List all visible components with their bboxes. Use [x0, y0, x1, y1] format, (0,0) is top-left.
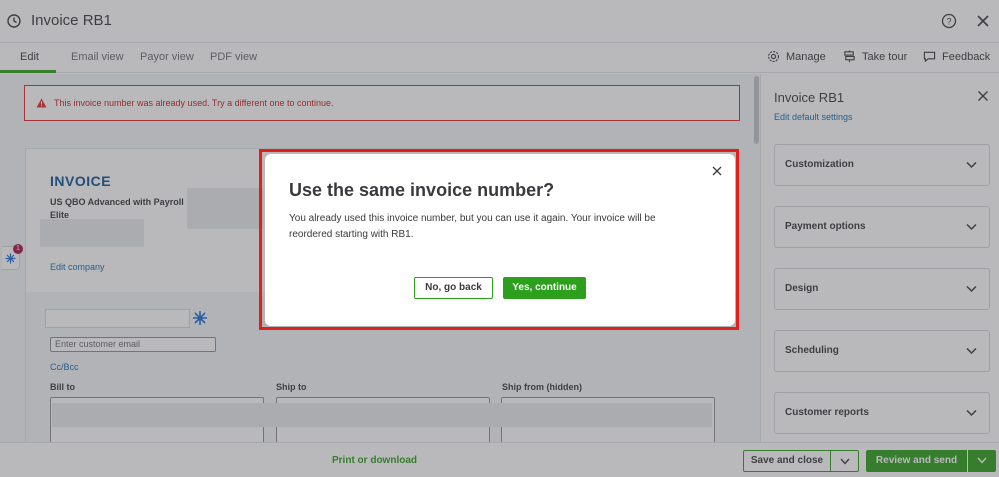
- dialog-message: You already used this invoice number, bu…: [289, 213, 656, 240]
- close-icon[interactable]: [712, 166, 722, 176]
- confirm-dialog: Use the same invoice number? You already…: [265, 154, 735, 326]
- continue-button[interactable]: Yes, continue: [503, 277, 586, 299]
- go-back-button[interactable]: No, go back: [414, 277, 493, 299]
- dialog-title: Use the same invoice number?: [289, 180, 555, 200]
